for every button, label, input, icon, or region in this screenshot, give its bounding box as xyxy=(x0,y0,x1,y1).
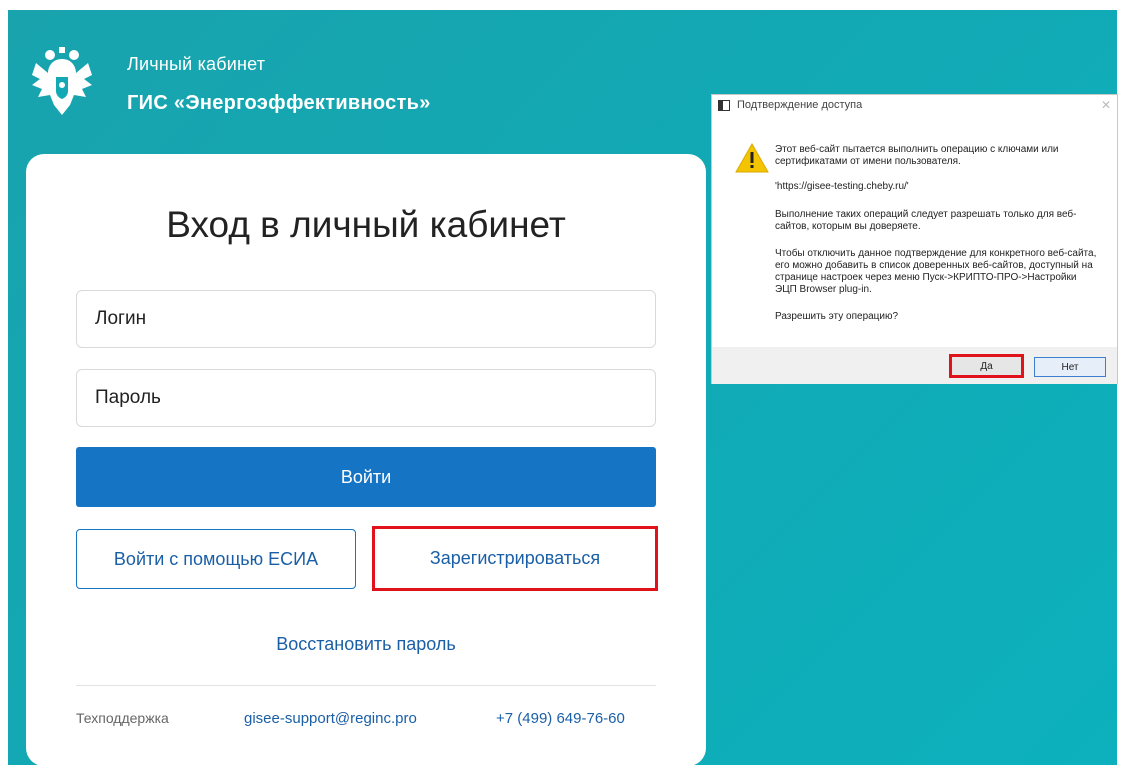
support-email-link[interactable]: gisee-support@reginc.pro xyxy=(244,710,417,727)
login-card: Вход в личный кабинет Логин Пароль Войти… xyxy=(26,154,706,765)
footer-divider xyxy=(76,685,656,686)
login-input[interactable]: Логин xyxy=(76,290,656,348)
dialog-titlebar[interactable]: Подтверждение доступа ✕ xyxy=(712,95,1117,117)
esia-login-button[interactable]: Войти с помощью ЕСИА xyxy=(76,529,356,589)
dialog-question: Разрешить эту операцию? xyxy=(775,311,899,322)
dialog-title: Подтверждение доступа xyxy=(737,99,863,111)
support-label: Техподдержка xyxy=(76,710,169,726)
cabinet-subtitle: Личный кабинет xyxy=(127,54,266,74)
site-header: Личный кабинет ГИС «Энергоэффективность» xyxy=(18,30,518,115)
login-card-title: Вход в личный кабинет xyxy=(166,204,566,245)
dialog-message-operation: Этот веб-сайт пытается выполнить операци… xyxy=(775,144,1059,167)
dialog-message-disable: Чтобы отключить данное подтверждение для… xyxy=(775,248,1097,295)
yes-button[interactable]: Да xyxy=(949,354,1024,378)
restore-password-link[interactable]: Восстановить пароль xyxy=(26,634,706,655)
dialog-button-bar: Да Нет xyxy=(712,347,1117,384)
password-input[interactable]: Пароль xyxy=(76,369,656,427)
access-confirmation-dialog: Подтверждение доступа ✕ Этот веб-сайт пы… xyxy=(711,94,1118,384)
password-placeholder: Пароль xyxy=(95,387,161,408)
warning-icon xyxy=(735,142,769,173)
dialog-site-url: 'https://gisee-testing.cheby.ru/' xyxy=(775,181,909,192)
coat-of-arms-icon xyxy=(32,47,92,115)
no-button[interactable]: Нет xyxy=(1034,357,1106,377)
support-phone-link[interactable]: +7 (499) 649-76-60 xyxy=(496,710,625,727)
dialog-message-trust: Выполнение таких операций следует разреш… xyxy=(775,209,1077,232)
system-title: ГИС «Энергоэффективность» xyxy=(127,92,431,114)
register-button[interactable]: Зарегистрироваться xyxy=(372,526,658,591)
close-icon[interactable]: ✕ xyxy=(1101,98,1111,112)
login-placeholder: Логин xyxy=(95,308,147,329)
window-app-icon xyxy=(718,100,730,111)
login-button[interactable]: Войти xyxy=(76,447,656,507)
